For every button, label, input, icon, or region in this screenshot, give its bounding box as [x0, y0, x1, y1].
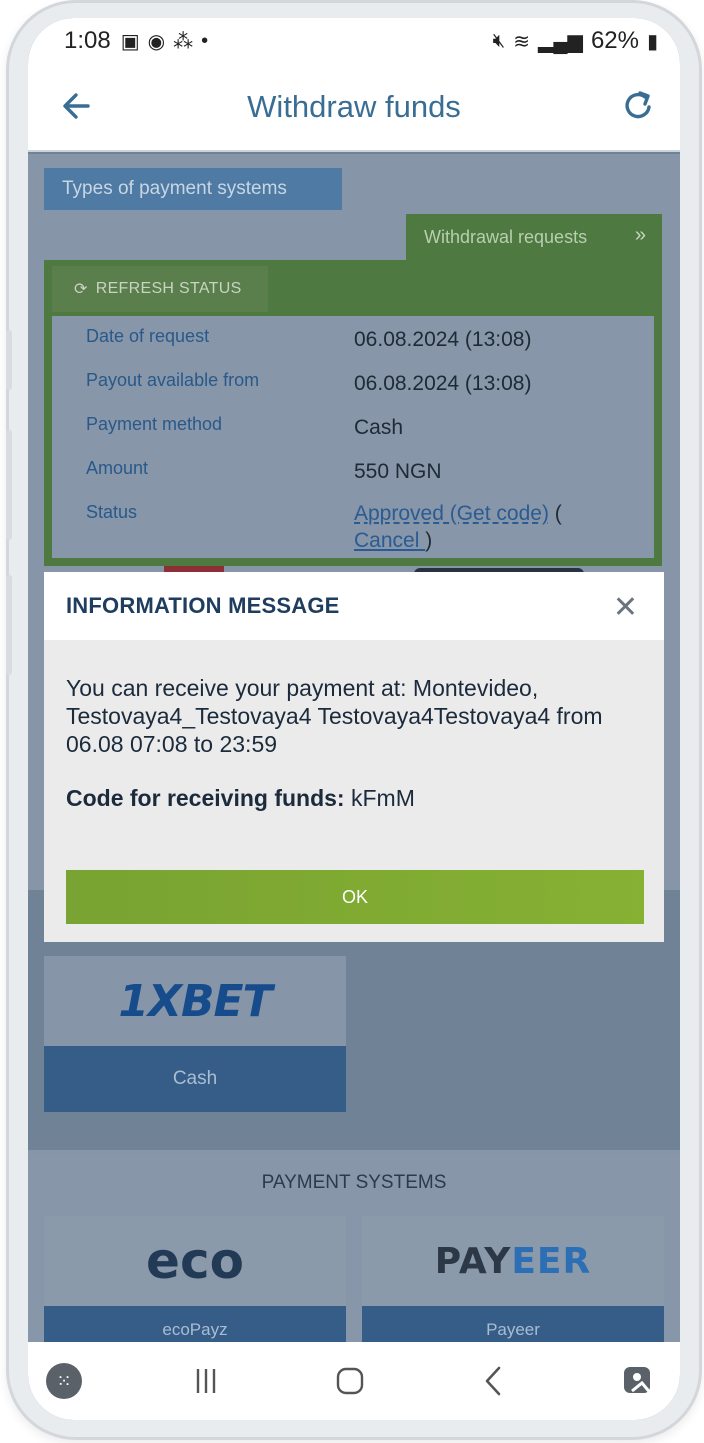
- status-time: 1:08: [64, 27, 111, 54]
- row-label: Date of request: [86, 326, 210, 346]
- approved-get-code-link[interactable]: Approved (Get code): [354, 502, 549, 525]
- types-of-payment-systems-button[interactable]: Types of payment systems: [44, 168, 342, 210]
- table-row: Date of request 06.08.2024 (13:08): [86, 322, 654, 366]
- row-value: 550 NGN: [354, 460, 442, 483]
- mute-icon: 🔇︎: [492, 29, 506, 52]
- system-nav-bar: ⁙: [28, 1342, 680, 1420]
- battery-text: 62%: [590, 27, 639, 54]
- withdrawal-requests-tab[interactable]: Withdrawal requests »: [406, 214, 662, 260]
- recent-apps-icon[interactable]: [186, 1361, 226, 1401]
- row-value: Cash: [354, 416, 404, 439]
- payeer-card[interactable]: PAYEER Payeer: [362, 1216, 664, 1356]
- request-details-table: Date of request 06.08.2024 (13:08) Payou…: [52, 316, 654, 558]
- code-value: kFmM: [350, 785, 415, 811]
- refresh-status-button[interactable]: ⟳ REFRESH STATUS: [52, 266, 268, 312]
- status-bar: 1:08 ▣ ◉ ⁂ • 🔇︎ ≋ ▂▄▆ 62% ▮: [28, 18, 680, 64]
- payeer-logo-part: EER: [511, 1240, 592, 1282]
- side-button: [6, 430, 12, 540]
- device-screen: 1:08 ▣ ◉ ⁂ • 🔇︎ ≋ ▂▄▆ 62% ▮ Withdraw fun…: [28, 18, 680, 1420]
- row-label: Amount: [86, 458, 149, 478]
- refresh-icon[interactable]: [618, 86, 658, 126]
- 1xbet-logo-text: 1XBET: [118, 975, 272, 1027]
- payeer-logo-part: PAY: [434, 1240, 512, 1282]
- payment-systems-title: PAYMENT SYSTEMS: [261, 1172, 447, 1193]
- modal-body: You can receive your payment at: Montevi…: [44, 640, 664, 812]
- row-label: Payment method: [86, 414, 223, 434]
- payeer-logo: PAYEER: [362, 1216, 664, 1306]
- withdrawal-requests-label: Withdrawal requests: [424, 226, 588, 247]
- cash-payment-card[interactable]: 1XBET Cash: [44, 956, 346, 1112]
- table-row: Payout available from 06.08.2024 (13:08): [86, 366, 654, 410]
- double-chevron-down-icon: »: [634, 224, 646, 246]
- refresh-status-label: REFRESH STATUS: [95, 280, 242, 297]
- withdrawal-requests-panel: ⟳ REFRESH STATUS Date of request 06.08.2…: [44, 260, 662, 566]
- cash-label: Cash: [44, 1046, 346, 1112]
- wifi-icon: ≋: [513, 30, 530, 53]
- modal-message: You can receive your payment at: Montevi…: [66, 675, 603, 757]
- status-close-paren: ): [425, 529, 433, 552]
- cancel-link[interactable]: Cancel: [354, 529, 425, 552]
- row-value: 06.08.2024 (13:08): [354, 328, 532, 351]
- table-row: Payment method Cash: [86, 410, 654, 454]
- modal-header: INFORMATION MESSAGE: [44, 572, 664, 640]
- payment-systems-section: PAYMENT SYSTEMS eco ecoPayz PAYEER Payee…: [28, 1154, 680, 1356]
- app-header: Withdraw funds: [28, 64, 680, 152]
- 1xbet-logo: 1XBET: [44, 956, 346, 1046]
- ecopayz-card[interactable]: eco ecoPayz: [44, 1216, 346, 1356]
- status-value: Approved (Get code) ( Cancel ): [354, 498, 624, 554]
- side-button: [6, 575, 12, 675]
- back-arrow-icon[interactable]: [58, 86, 98, 126]
- notification-dot-icon: •: [201, 29, 209, 52]
- information-modal: INFORMATION MESSAGE ✕ You can receive yo…: [44, 572, 664, 942]
- row-label: Status: [86, 502, 138, 522]
- ecopayz-logo: eco: [44, 1216, 346, 1306]
- eco-logo-text: eco: [146, 1232, 244, 1290]
- row-label: Payout available from: [86, 370, 260, 390]
- ok-button[interactable]: OK: [66, 870, 644, 924]
- modal-title: INFORMATION MESSAGE: [66, 593, 340, 618]
- image-icon: ▣: [120, 30, 140, 53]
- battery-icon: ▮: [646, 30, 658, 53]
- sync-icon: ⟳: [74, 281, 88, 298]
- sync-icon: ◉: [147, 30, 166, 53]
- magic-wand-icon: ⁂: [173, 30, 194, 53]
- signal-icon: ▂▄▆: [538, 30, 583, 53]
- home-icon[interactable]: [330, 1361, 370, 1401]
- side-button: [6, 330, 12, 390]
- code-line: Code for receiving funds: kFmM: [66, 784, 642, 812]
- row-value: 06.08.2024 (13:08): [354, 372, 532, 395]
- status-open-paren: (: [548, 502, 562, 525]
- back-nav-icon[interactable]: [474, 1361, 514, 1401]
- table-row: Amount 550 NGN: [86, 454, 654, 498]
- table-row: Status Approved (Get code) ( Cancel ): [86, 498, 654, 558]
- payeer-logo-text: PAYEER: [435, 1241, 591, 1282]
- page-title: Withdraw funds: [247, 89, 461, 124]
- code-label: Code for receiving funds:: [66, 785, 345, 811]
- close-icon[interactable]: ✕: [613, 590, 638, 625]
- accessibility-icon[interactable]: [618, 1361, 658, 1401]
- game-launcher-icon[interactable]: ⁙: [46, 1363, 82, 1399]
